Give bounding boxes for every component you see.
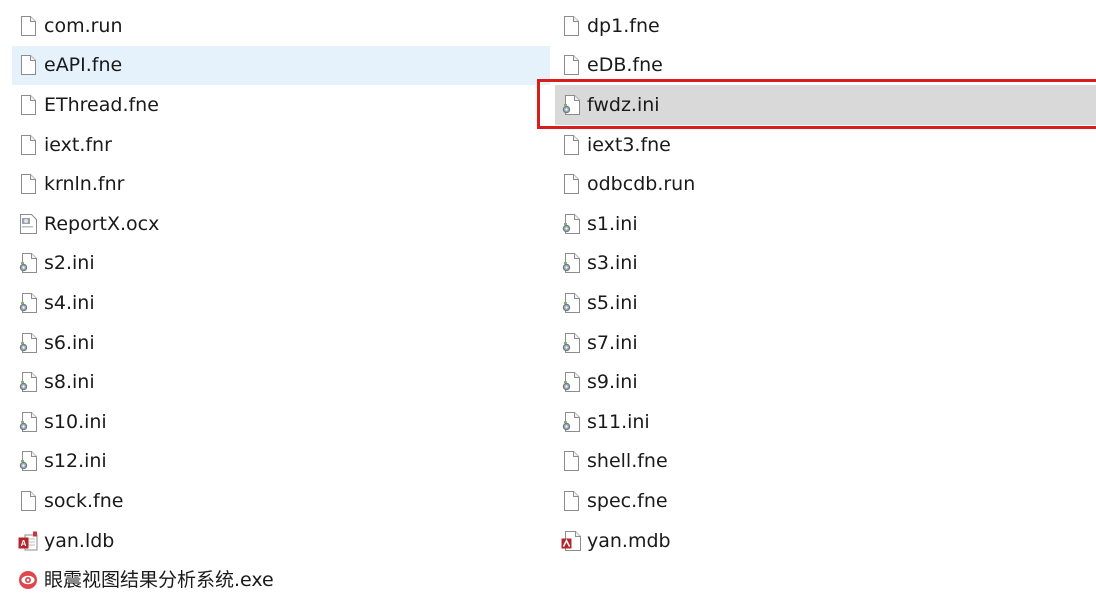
file-item[interactable]: krnln.fnr [12,164,550,204]
file-item[interactable]: sock.fne [12,481,550,521]
blank-file-icon [561,449,581,473]
file-item[interactable]: EThread.fne [12,85,550,125]
config-file-icon [561,410,581,434]
file-name-label: yan.ldb [44,529,115,552]
file-name-label: ReportX.ocx [44,212,160,235]
svg-text:A: A [21,539,27,548]
blank-file-icon [561,133,581,157]
file-name-label: 眼震视图结果分析系统.exe [44,569,274,592]
blank-file-icon [18,489,38,513]
blank-file-icon [18,14,38,38]
file-name-label: dp1.fne [587,14,660,37]
file-item[interactable]: shell.fne [555,442,1096,482]
config-file-icon [561,370,581,394]
access-database-icon [561,529,581,553]
file-item[interactable]: s10.ini [12,402,550,442]
file-item[interactable]: iext3.fne [555,125,1096,165]
file-item[interactable]: iext.fnr [12,125,550,165]
file-column-left: com.run eAPI.fne EThread.fne iext.fnr krnln.… [12,6,550,600]
file-item[interactable]: s8.ini [12,362,550,402]
blank-file-icon [18,133,38,157]
file-name-label: s11.ini [587,410,650,433]
blank-file-icon [561,53,581,77]
file-item[interactable]: s3.ini [555,244,1096,284]
file-item[interactable]: s12.ini [12,442,550,482]
config-file-icon [561,251,581,275]
file-name-label: s5.ini [587,291,638,314]
file-name-label: s9.ini [587,371,638,394]
file-name-label: s2.ini [44,252,95,275]
file-item[interactable]: s5.ini [555,283,1096,323]
config-file-icon [18,410,38,434]
blank-file-icon [561,14,581,38]
blank-file-icon [18,53,38,77]
file-item[interactable]: eDB.fne [555,46,1096,86]
config-file-icon [18,251,38,275]
app-exe-icon [18,568,38,592]
file-item[interactable]: Ayan.ldb [12,521,550,561]
file-name-label: krnln.fnr [44,173,125,196]
file-name-label: shell.fne [587,450,668,473]
file-item[interactable]: odbcdb.run [555,164,1096,204]
access-lock-file-icon: A [18,529,38,553]
file-name-label: spec.fne [587,489,668,512]
file-name-label: com.run [44,14,123,37]
blank-file-icon [18,93,38,117]
file-item[interactable]: eAPI.fne [12,45,550,86]
file-item[interactable]: s1.ini [555,204,1096,244]
file-list: com.run eAPI.fne EThread.fne iext.fnr krnln.… [0,6,1096,594]
file-name-label: sock.fne [44,489,124,512]
file-name-label: iext.fnr [44,133,112,156]
blank-file-icon [561,172,581,196]
file-item[interactable]: yan.mdb [555,521,1096,561]
file-item[interactable]: ReportX.ocx [12,204,550,244]
config-file-icon [18,291,38,315]
file-name-label: s6.ini [44,331,95,354]
file-column-right: dp1.fne eDB.fne fwdz.ini iext3.fne odbcdb.ru… [555,6,1096,560]
config-file-icon [18,449,38,473]
file-name-label: s7.ini [587,331,638,354]
file-name-label: odbcdb.run [587,173,696,196]
config-file-icon [18,370,38,394]
file-name-label: s1.ini [587,212,638,235]
file-item[interactable]: s11.ini [555,402,1096,442]
config-file-icon [561,331,581,355]
file-item[interactable]: s7.ini [555,323,1096,363]
file-item[interactable]: com.run [12,6,550,46]
file-name-label: eAPI.fne [44,54,123,77]
activex-control-icon [18,212,38,236]
file-name-label: EThread.fne [44,93,159,116]
file-item[interactable]: fwdz.ini [555,85,1096,125]
blank-file-icon [18,172,38,196]
file-item[interactable]: s2.ini [12,244,550,284]
file-name-label: s3.ini [587,252,638,275]
file-name-label: fwdz.ini [587,93,660,116]
config-file-icon [561,212,581,236]
file-name-label: iext3.fne [587,133,671,156]
file-item[interactable]: spec.fne [555,481,1096,521]
file-item[interactable]: dp1.fne [555,6,1096,46]
file-item[interactable]: s4.ini [12,283,550,323]
file-name-label: s8.ini [44,371,95,394]
file-name-label: yan.mdb [587,529,671,552]
config-file-icon [561,291,581,315]
file-name-label: s10.ini [44,410,107,433]
file-name-label: s4.ini [44,291,95,314]
file-item[interactable]: s9.ini [555,362,1096,402]
config-file-icon [18,331,38,355]
file-name-label: s12.ini [44,450,107,473]
config-file-icon [561,93,581,117]
file-item[interactable]: s6.ini [12,323,550,363]
file-name-label: eDB.fne [587,54,663,77]
blank-file-icon [561,489,581,513]
